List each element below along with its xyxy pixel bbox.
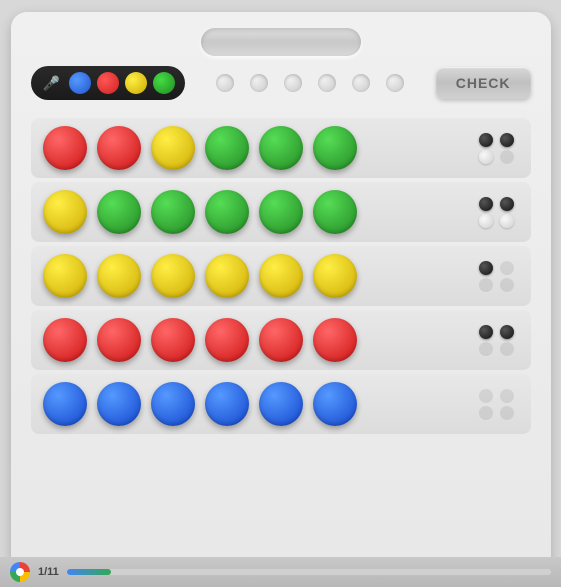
peg-row5-col1[interactable] — [43, 382, 87, 426]
peg-row1-col5[interactable] — [259, 126, 303, 170]
peg-row5-col2[interactable] — [97, 382, 141, 426]
peg-row3-col3[interactable] — [151, 254, 195, 298]
color-palette: 🎤 — [31, 66, 185, 100]
feedback-peg-row4-4 — [500, 342, 514, 356]
feedback-peg-row2-1 — [479, 197, 493, 211]
pegs-area-2 — [43, 190, 471, 234]
feedback-peg-row3-2 — [500, 261, 514, 275]
color-blue[interactable] — [69, 72, 91, 94]
window-handle — [201, 28, 361, 56]
peg-row4-col6[interactable] — [313, 318, 357, 362]
feedback-peg-row5-2 — [500, 389, 514, 403]
peg-row5-col6[interactable] — [313, 382, 357, 426]
mic-icon[interactable]: 🎤 — [41, 72, 63, 94]
peg-row3-col2[interactable] — [97, 254, 141, 298]
board-row-3 — [31, 246, 531, 306]
feedback-peg-row1-3 — [479, 150, 493, 164]
color-red[interactable] — [97, 72, 119, 94]
current-peg-1[interactable] — [216, 74, 234, 92]
feedback-peg-row4-3 — [479, 342, 493, 356]
feedback-peg-row1-4 — [500, 150, 514, 164]
current-peg-6[interactable] — [386, 74, 404, 92]
peg-row5-col4[interactable] — [205, 382, 249, 426]
color-green[interactable] — [153, 72, 175, 94]
current-peg-2[interactable] — [250, 74, 268, 92]
peg-row4-col2[interactable] — [97, 318, 141, 362]
peg-row3-col5[interactable] — [259, 254, 303, 298]
progress-bar — [67, 569, 551, 575]
peg-row4-col5[interactable] — [259, 318, 303, 362]
feedback-peg-row1-2 — [500, 133, 514, 147]
status-bar: 1/11 — [0, 557, 561, 587]
current-peg-4[interactable] — [318, 74, 336, 92]
feedback-area-1 — [471, 133, 519, 164]
current-row-pegs — [195, 74, 426, 92]
peg-row2-col3[interactable] — [151, 190, 195, 234]
feedback-area-3 — [471, 261, 519, 292]
color-yellow[interactable] — [125, 72, 147, 94]
game-board — [11, 110, 551, 442]
pegs-area-1 — [43, 126, 471, 170]
peg-row3-col4[interactable] — [205, 254, 249, 298]
feedback-peg-row2-3 — [479, 214, 493, 228]
pegs-area-3 — [43, 254, 471, 298]
feedback-peg-row4-1 — [479, 325, 493, 339]
feedback-area-4 — [471, 325, 519, 356]
feedback-peg-row3-3 — [479, 278, 493, 292]
feedback-peg-row1-1 — [479, 133, 493, 147]
peg-row2-col6[interactable] — [313, 190, 357, 234]
peg-row2-col4[interactable] — [205, 190, 249, 234]
pegs-area-4 — [43, 318, 471, 362]
feedback-peg-row5-4 — [500, 406, 514, 420]
current-peg-3[interactable] — [284, 74, 302, 92]
peg-row1-col1[interactable] — [43, 126, 87, 170]
peg-row5-col3[interactable] — [151, 382, 195, 426]
peg-row5-col5[interactable] — [259, 382, 303, 426]
feedback-peg-row5-3 — [479, 406, 493, 420]
feedback-peg-row2-2 — [500, 197, 514, 211]
peg-row1-col3[interactable] — [151, 126, 195, 170]
page-counter: 1/11 — [38, 566, 59, 578]
peg-row3-col6[interactable] — [313, 254, 357, 298]
peg-row4-col1[interactable] — [43, 318, 87, 362]
peg-row2-col1[interactable] — [43, 190, 87, 234]
peg-row1-col6[interactable] — [313, 126, 357, 170]
feedback-peg-row4-2 — [500, 325, 514, 339]
board-row-2 — [31, 182, 531, 242]
feedback-peg-row5-1 — [479, 389, 493, 403]
chrome-icon — [10, 562, 30, 582]
peg-row4-col4[interactable] — [205, 318, 249, 362]
current-peg-5[interactable] — [352, 74, 370, 92]
toolbar: 🎤 CHECK — [11, 56, 551, 110]
feedback-area-5 — [471, 389, 519, 420]
progress-fill — [67, 569, 111, 575]
feedback-peg-row2-4 — [500, 214, 514, 228]
peg-row4-col3[interactable] — [151, 318, 195, 362]
pegs-area-5 — [43, 382, 471, 426]
peg-row1-col4[interactable] — [205, 126, 249, 170]
feedback-peg-row3-4 — [500, 278, 514, 292]
peg-row2-col2[interactable] — [97, 190, 141, 234]
board-row-5 — [31, 374, 531, 434]
feedback-peg-row3-1 — [479, 261, 493, 275]
peg-row2-col5[interactable] — [259, 190, 303, 234]
game-container: 🎤 CHECK — [11, 12, 551, 572]
board-row-4 — [31, 310, 531, 370]
peg-row1-col2[interactable] — [97, 126, 141, 170]
check-button[interactable]: CHECK — [436, 67, 531, 99]
board-row-1 — [31, 118, 531, 178]
peg-row3-col1[interactable] — [43, 254, 87, 298]
feedback-area-2 — [471, 197, 519, 228]
